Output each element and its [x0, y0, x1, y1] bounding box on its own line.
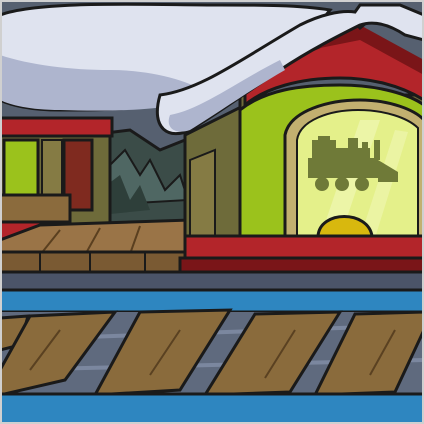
station-base: [178, 234, 424, 276]
train-station-scene: [0, 0, 424, 424]
bottom-water: [0, 392, 424, 424]
platform-edge: [0, 270, 424, 292]
water-channel: [0, 288, 424, 314]
platform: [0, 218, 202, 276]
